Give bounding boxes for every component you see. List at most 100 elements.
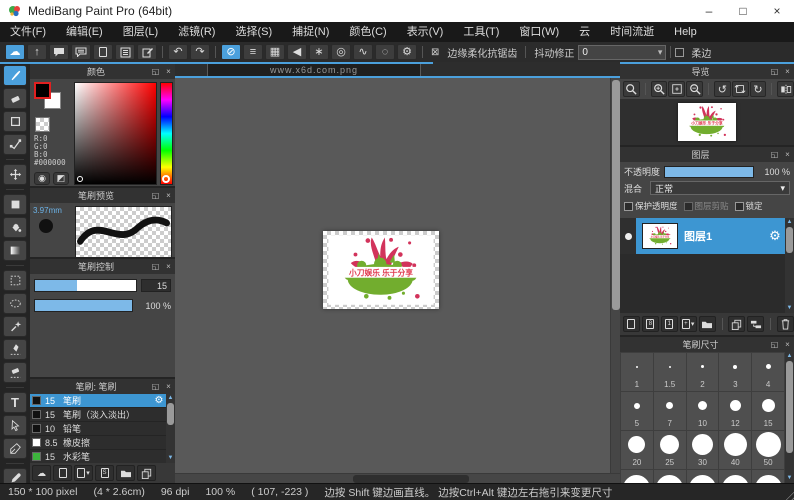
new-8bit-layer-button[interactable]: 8 bbox=[642, 316, 659, 332]
snap-circle-button[interactable]: ◎ bbox=[331, 44, 351, 60]
zoom-in-button[interactable] bbox=[651, 81, 668, 97]
sv-cursor[interactable] bbox=[77, 176, 83, 182]
control-point-tool[interactable] bbox=[3, 134, 27, 155]
canvas-horizontal-scrollbar[interactable] bbox=[175, 473, 620, 483]
scrollbar-thumb[interactable] bbox=[786, 227, 793, 253]
canvas-viewport[interactable] bbox=[175, 78, 610, 473]
menu-select[interactable]: 选择(S) bbox=[225, 22, 282, 42]
size-cell-40[interactable]: 40 bbox=[719, 431, 751, 469]
clipping-checkbox[interactable]: 图层剪贴 bbox=[684, 200, 729, 212]
close-icon[interactable]: × bbox=[781, 150, 794, 159]
document-settings-button[interactable] bbox=[115, 44, 135, 60]
popout-icon[interactable]: ◱ bbox=[149, 191, 162, 200]
flip-horizontal-button[interactable] bbox=[777, 81, 794, 97]
brush-tool[interactable] bbox=[3, 65, 27, 86]
popout-icon[interactable]: ◱ bbox=[149, 67, 162, 76]
menu-snap[interactable]: 捕捉(N) bbox=[282, 22, 339, 42]
close-icon[interactable]: × bbox=[781, 340, 794, 349]
canvas-document[interactable] bbox=[323, 231, 439, 309]
popout-icon[interactable]: ◱ bbox=[768, 340, 781, 349]
memo-button[interactable] bbox=[71, 44, 91, 60]
layer-name[interactable]: 图层1 bbox=[684, 228, 765, 244]
gear-icon[interactable]: ⚙ bbox=[152, 395, 166, 406]
brush-item-watercolor[interactable]: 15 水彩笔 bbox=[30, 450, 166, 463]
scroll-up-icon[interactable]: ▲ bbox=[787, 218, 793, 227]
brush-list-scrollbar[interactable]: ▲ ▼ bbox=[166, 394, 175, 463]
scroll-up-icon[interactable]: ▲ bbox=[787, 352, 793, 361]
popout-icon[interactable]: ◱ bbox=[768, 150, 781, 159]
eraser-tool[interactable] bbox=[3, 88, 27, 109]
scrollbar-thumb[interactable] bbox=[786, 361, 793, 453]
size-cell-30[interactable]: 30 bbox=[687, 431, 719, 469]
menu-layer[interactable]: 图层(L) bbox=[113, 22, 168, 42]
close-icon[interactable]: × bbox=[162, 262, 175, 271]
rotate-ccw-button[interactable]: ↺ bbox=[714, 81, 731, 97]
duplicate-brush-button[interactable] bbox=[137, 465, 156, 481]
antialias-checkbox[interactable]: ⊠ bbox=[431, 47, 439, 58]
size-cell-7[interactable]: 7 bbox=[654, 392, 686, 430]
menu-color[interactable]: 颜色(C) bbox=[339, 22, 396, 42]
transparent-color-swatch[interactable] bbox=[35, 117, 50, 132]
maximize-button[interactable]: □ bbox=[726, 0, 760, 22]
canvas-vertical-scrollbar[interactable] bbox=[610, 78, 620, 473]
rotate-cw-button[interactable]: ↻ bbox=[750, 81, 767, 97]
document-edit-button[interactable] bbox=[137, 44, 157, 60]
scrollbar-thumb[interactable] bbox=[353, 475, 469, 483]
menu-filter[interactable]: 滤镜(R) bbox=[168, 22, 225, 42]
layer-row-1[interactable]: 图层1 ⚙ bbox=[620, 218, 785, 254]
select-eraser-tool[interactable] bbox=[3, 362, 27, 383]
menu-tool[interactable]: 工具(T) bbox=[453, 22, 509, 42]
navigator-viewport[interactable] bbox=[620, 99, 794, 145]
brush-size-scrollbar[interactable]: ▲ ▼ bbox=[785, 352, 794, 483]
merge-layer-button[interactable] bbox=[747, 316, 764, 332]
layer-visibility-toggle[interactable] bbox=[620, 218, 636, 254]
scroll-down-icon[interactable]: ▼ bbox=[787, 474, 793, 483]
brush-item-eraser[interactable]: 8.5 橡皮擦 bbox=[30, 436, 166, 450]
select-pen-tool[interactable] bbox=[3, 339, 27, 360]
protect-alpha-checkbox[interactable]: 保护透明度 bbox=[624, 200, 678, 212]
size-cell-15[interactable]: 15 bbox=[752, 392, 784, 430]
soft-edge-checkbox[interactable] bbox=[675, 48, 684, 57]
close-icon[interactable]: × bbox=[162, 67, 175, 76]
size-cell-20[interactable]: 20 bbox=[621, 431, 653, 469]
scroll-up-icon[interactable]: ▲ bbox=[168, 394, 174, 403]
snap-ellipse-button[interactable]: ◌ bbox=[375, 44, 395, 60]
size-cell-3[interactable]: 3 bbox=[719, 353, 751, 391]
script-brush-button[interactable]: S bbox=[95, 465, 114, 481]
foreground-color-swatch[interactable] bbox=[34, 82, 51, 99]
reset-rotation-button[interactable] bbox=[732, 81, 749, 97]
layer-folder-button[interactable] bbox=[699, 316, 716, 332]
operation-tool[interactable] bbox=[3, 415, 27, 436]
close-icon[interactable]: × bbox=[162, 191, 175, 200]
size-cell-1[interactable]: 1 bbox=[621, 353, 653, 391]
new-brush-menu-button[interactable]: ▾ bbox=[74, 465, 93, 481]
blend-mode-dropdown[interactable]: 正常 ▾ bbox=[650, 181, 790, 195]
select-tool[interactable] bbox=[3, 270, 27, 291]
fit-screen-button[interactable] bbox=[668, 81, 685, 97]
move-tool[interactable] bbox=[3, 164, 27, 185]
size-cell-4[interactable]: 4 bbox=[752, 353, 784, 391]
layer-list-scrollbar[interactable]: ▲ ▼ bbox=[785, 218, 794, 313]
popout-icon[interactable]: ◱ bbox=[768, 67, 781, 76]
size-cell-extra[interactable] bbox=[752, 470, 784, 483]
palette-edit-button[interactable]: ◩ bbox=[53, 172, 69, 185]
delete-layer-button[interactable] bbox=[777, 316, 794, 332]
scroll-down-icon[interactable]: ▼ bbox=[787, 304, 793, 313]
duplicate-layer-button[interactable] bbox=[728, 316, 745, 332]
scroll-down-icon[interactable]: ▼ bbox=[168, 454, 174, 463]
close-icon[interactable]: × bbox=[781, 67, 794, 76]
add-layer-menu-button[interactable]: +▾ bbox=[680, 316, 697, 332]
brush-item-brush[interactable]: 15 笔刷 ⚙ bbox=[30, 394, 166, 408]
size-cell-extra[interactable] bbox=[621, 470, 653, 483]
snap-parallel-button[interactable]: ≡ bbox=[243, 44, 263, 60]
size-cell-12[interactable]: 12 bbox=[719, 392, 751, 430]
size-cell-extra[interactable] bbox=[687, 470, 719, 483]
size-cell-5[interactable]: 5 bbox=[621, 392, 653, 430]
hue-slider[interactable] bbox=[160, 82, 173, 185]
gradient-tool[interactable] bbox=[3, 240, 27, 261]
gear-icon[interactable]: ⚙ bbox=[765, 228, 785, 244]
menu-edit[interactable]: 编辑(E) bbox=[56, 22, 113, 42]
popout-icon[interactable]: ◱ bbox=[149, 382, 162, 391]
zoom-reset-button[interactable] bbox=[623, 81, 640, 97]
layer-opacity-slider[interactable] bbox=[664, 166, 754, 178]
